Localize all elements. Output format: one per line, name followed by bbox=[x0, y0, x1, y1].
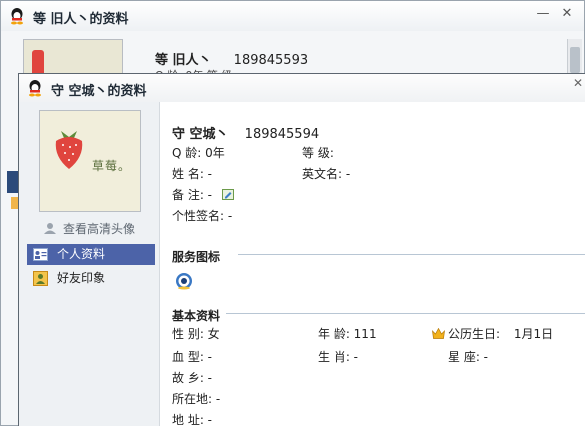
qq-penguin-icon bbox=[29, 80, 41, 97]
english-name: 英文名: - bbox=[302, 167, 351, 181]
back-titlebar[interactable]: 等 旧人丶的资料 — ✕ bbox=[1, 1, 584, 31]
note: 备 注: - bbox=[172, 188, 213, 202]
qq-number: 189845594 bbox=[244, 127, 320, 142]
qq-penguin-icon bbox=[11, 8, 23, 25]
birthday-row: 公历生日: 1月1日 bbox=[432, 325, 553, 342]
nickname: 守 空城丶 bbox=[172, 127, 229, 142]
back-name-line: 等 旧人丶 189845593 bbox=[155, 49, 308, 68]
constellation: 星 座: - bbox=[448, 350, 489, 364]
birthday-value: 1月1日 bbox=[513, 327, 554, 341]
close-icon[interactable]: ✕ bbox=[573, 76, 583, 90]
front-titlebar[interactable]: 守 空城丶的资料 ✕ bbox=[19, 74, 585, 102]
address: 地 址: - bbox=[172, 413, 213, 426]
chinese-zodiac: 生 肖: - bbox=[318, 350, 359, 364]
hometown: 故 乡: - bbox=[172, 371, 213, 385]
avatar-caption: 草莓。 bbox=[92, 159, 132, 173]
back-scrollbar[interactable] bbox=[567, 39, 582, 75]
sidebar: 草莓。 查看高清头像 个人资料 好友印象 bbox=[19, 102, 160, 426]
qq-age: Q 龄: 0年 bbox=[172, 146, 225, 160]
qq-service-icon[interactable] bbox=[175, 272, 193, 290]
sidebar-item-label: 好友印象 bbox=[57, 271, 106, 285]
level: 等 级: bbox=[302, 146, 334, 160]
edit-note-icon[interactable] bbox=[221, 189, 234, 200]
minimize-button[interactable]: — bbox=[534, 5, 552, 23]
view-hd-avatar-label: 查看高清头像 bbox=[63, 222, 136, 236]
sidebar-item-label: 个人资料 bbox=[57, 247, 106, 261]
note-row: 备 注: - bbox=[172, 186, 234, 203]
location: 所在地: - bbox=[172, 392, 221, 406]
signature: 个性签名: - bbox=[172, 209, 233, 223]
back-nickname: 等 旧人丶 bbox=[155, 53, 212, 68]
friend-impression-icon bbox=[33, 271, 48, 286]
basic-info-title: 基本资料 bbox=[172, 309, 221, 323]
profile-content: 守 空城丶 189845594 Q 龄: 0年 等 级: 姓 名: - 英文名:… bbox=[172, 102, 585, 426]
back-qq-number: 189845593 bbox=[233, 53, 309, 68]
sidebar-item-friend-impression[interactable]: 好友印象 bbox=[27, 268, 155, 289]
real-name: 姓 名: - bbox=[172, 167, 213, 181]
crown-icon bbox=[432, 328, 445, 339]
front-profile-window[interactable]: 守 空城丶的资料 ✕ 草莓。 查看高清头像 个人资料 好友印象 守 空城丶 18… bbox=[18, 73, 585, 426]
back-window-title: 等 旧人丶的资料 bbox=[33, 12, 129, 27]
age: 年 龄: 111 bbox=[318, 327, 377, 341]
avatar[interactable]: 草莓。 bbox=[39, 110, 141, 212]
birthday-label: 公历生日: bbox=[448, 327, 501, 341]
profile-card-icon bbox=[33, 248, 48, 261]
avatar-view-icon bbox=[44, 223, 56, 234]
view-hd-avatar-link[interactable]: 查看高清头像 bbox=[43, 220, 135, 237]
service-icons-title: 服务图标 bbox=[172, 250, 221, 264]
gender: 性 别: 女 bbox=[172, 327, 220, 341]
close-icon[interactable]: ✕ bbox=[558, 5, 576, 23]
divider bbox=[226, 313, 585, 314]
blood-type: 血 型: - bbox=[172, 350, 213, 364]
front-window-title: 守 空城丶的资料 bbox=[51, 84, 147, 99]
divider bbox=[238, 254, 585, 255]
strawberry-icon bbox=[55, 131, 83, 169]
name-line: 守 空城丶 189845594 bbox=[172, 123, 319, 142]
sidebar-item-personal-info[interactable]: 个人资料 bbox=[27, 244, 155, 265]
